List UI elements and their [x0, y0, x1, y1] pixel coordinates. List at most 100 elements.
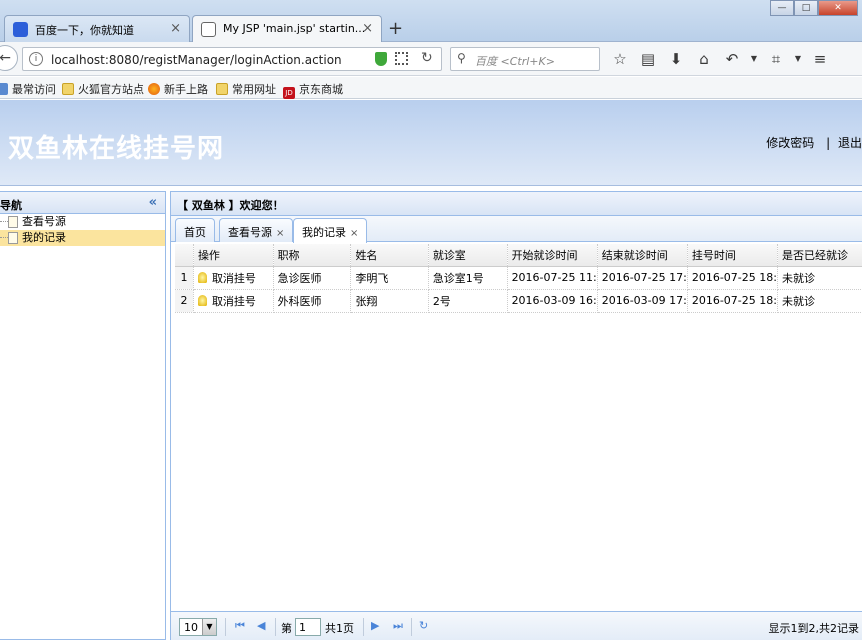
refresh-icon[interactable]: ↻ — [419, 619, 428, 632]
table-cell: 张翔 — [350, 289, 429, 313]
new-tab-button[interactable]: + — [388, 18, 403, 39]
table-cell: 李明飞 — [350, 266, 429, 290]
browser-navbar: ← i localhost:8080/registManager/loginAc… — [0, 42, 862, 76]
tab-view-sources[interactable]: 查看号源 × — [219, 218, 294, 242]
column-header[interactable]: 操作 — [193, 244, 274, 267]
collapse-icon[interactable]: « — [149, 195, 157, 210]
file-icon — [8, 232, 18, 244]
logout-link[interactable]: 退出 — [838, 136, 862, 150]
info-icon[interactable]: i — [29, 52, 43, 66]
column-header[interactable]: 是否已经就诊 — [777, 244, 862, 267]
column-header[interactable]: 就诊室 — [428, 244, 508, 267]
pagination-bar: 10 ▼ ⏮ ◀ 第 1 共1页 ▶ ⏭ ↻ 显示1到2,共2记录 — [171, 611, 862, 640]
browser-tab-baidu[interactable]: 百度一下，你就知道 × — [4, 15, 190, 42]
link-separator: | — [826, 136, 831, 150]
browser-tab-main[interactable]: My JSP 'main.jsp' startin... × — [192, 15, 382, 43]
prev-page-icon[interactable]: ◀ — [257, 619, 265, 632]
table-cell: 未就诊 — [777, 266, 862, 290]
close-icon[interactable]: × — [170, 21, 181, 36]
search-bar[interactable]: ⚲ 百度 <Ctrl+K> — [450, 47, 600, 71]
nav-panel-title: 导航 — [0, 199, 22, 212]
divider — [363, 618, 364, 636]
back-button[interactable]: ← — [0, 45, 18, 71]
column-header-rownum — [175, 244, 194, 267]
column-header[interactable]: 结束就诊时间 — [597, 244, 688, 267]
star-icon[interactable]: ☆ — [606, 48, 634, 70]
nav-item-label: 查看号源 — [22, 215, 66, 228]
app-header: 双鱼林在线挂号网 修改密码 | 退出 — [0, 100, 862, 186]
page-count-label: 共1页 — [325, 622, 354, 635]
pagination-info: 显示1到2,共2记录 — [768, 622, 860, 635]
close-icon[interactable]: × — [276, 228, 284, 239]
first-page-icon[interactable]: ⏮ — [235, 619, 245, 633]
bookmark-firefox-site[interactable]: 火狐官方站点 — [62, 81, 144, 97]
table-cell: 外科医师 — [273, 289, 352, 313]
table-row[interactable]: 1 取消挂号 急诊医师 李明飞 急诊室1号 2016-07-25 11: 201… — [175, 266, 862, 290]
jd-logo-icon: JD — [283, 87, 295, 99]
dropdown-arrow-icon[interactable]: ▼ — [746, 48, 762, 70]
nav-item-label: 我的记录 — [22, 231, 66, 244]
undo-icon[interactable]: ↶ — [718, 48, 746, 70]
last-page-icon[interactable]: ⏭ — [393, 619, 403, 633]
page-icon — [201, 22, 216, 37]
chevron-down-icon[interactable]: ▼ — [202, 619, 216, 635]
row-number: 2 — [175, 289, 194, 313]
qr-code-icon[interactable] — [395, 52, 408, 65]
close-icon[interactable]: × — [350, 228, 358, 239]
nav-item-view-sources[interactable]: 查看号源 — [0, 214, 165, 230]
folder-icon — [62, 83, 74, 95]
tab-home[interactable]: 首页 — [175, 218, 215, 242]
change-password-link[interactable]: 修改密码 — [766, 136, 814, 150]
bookmark-most-visited[interactable]: 最常访问 — [0, 81, 56, 97]
download-icon[interactable]: ⬇ — [662, 48, 690, 70]
bookmark-jd[interactable]: JD 京东商城 — [283, 81, 343, 99]
baidu-paw-icon — [13, 22, 28, 37]
minimize-button[interactable]: — — [770, 0, 794, 16]
next-page-icon[interactable]: ▶ — [371, 619, 379, 632]
maximize-button[interactable]: □ — [794, 0, 818, 16]
column-header[interactable]: 开始就诊时间 — [507, 244, 598, 267]
nav-panel-header: 导航 « — [0, 192, 165, 214]
cancel-registration-link[interactable]: 取消挂号 — [212, 295, 256, 308]
table-row[interactable]: 2 取消挂号 外科医师 张翔 2号 2016-03-09 16: 2016-03… — [175, 289, 862, 313]
close-icon[interactable]: × — [362, 21, 373, 36]
column-header[interactable]: 挂号时间 — [687, 244, 778, 267]
page-number-input[interactable]: 1 — [295, 618, 321, 636]
cancel-registration-cell: 取消挂号 — [193, 266, 274, 290]
bookmark-getting-started[interactable]: 新手上路 — [148, 81, 208, 97]
reading-list-icon[interactable]: ▤ — [634, 48, 662, 70]
row-number: 1 — [175, 266, 194, 290]
lightbulb-icon — [197, 294, 207, 306]
dropdown-arrow-icon[interactable]: ▼ — [790, 48, 806, 70]
reload-icon[interactable]: ↻ — [421, 50, 433, 66]
app-title: 双鱼林在线挂号网 — [8, 134, 225, 164]
table-cell: 2016-03-09 17: — [597, 289, 688, 313]
divider — [225, 618, 226, 636]
main-panel: 【 双鱼林 】欢迎您！ 首页 查看号源× 我的记录× 操作 职称 姓名 就诊 — [170, 191, 862, 640]
search-placeholder: 百度 <Ctrl+K> — [475, 55, 555, 68]
tab-my-records[interactable]: 我的记录 × — [293, 218, 368, 243]
menu-icon[interactable]: ≡ — [806, 48, 834, 70]
table-cell: 2016-07-25 11: — [507, 266, 598, 290]
column-header[interactable]: 职称 — [273, 244, 352, 267]
table-cell: 急诊室1号 — [428, 266, 508, 290]
table-cell: 2016-07-25 18: — [687, 289, 778, 313]
cancel-registration-link[interactable]: 取消挂号 — [212, 272, 256, 285]
column-header[interactable]: 姓名 — [350, 244, 429, 267]
page-size-select[interactable]: 10 ▼ — [179, 618, 217, 636]
nav-panel: 导航 « 查看号源 我的记录 — [0, 191, 166, 640]
welcome-message: 【 双鱼林 】欢迎您！ — [171, 192, 862, 216]
url-bar[interactable]: i localhost:8080/registManager/loginActi… — [22, 47, 442, 71]
home-icon[interactable]: ⌂ — [690, 48, 718, 70]
window-close-button[interactable]: ✕ — [818, 0, 858, 16]
table-cell: 急诊医师 — [273, 266, 352, 290]
table-cell: 2016-07-25 18: — [687, 266, 778, 290]
crop-icon[interactable]: ⌗ — [762, 48, 790, 70]
shield-icon[interactable] — [375, 52, 387, 66]
file-icon — [8, 216, 18, 228]
table-header-row: 操作 职称 姓名 就诊室 开始就诊时间 结束就诊时间 挂号时间 是否已经就诊 — [175, 244, 862, 267]
nav-item-my-records[interactable]: 我的记录 — [0, 230, 165, 246]
divider — [411, 618, 412, 636]
bookmark-common-sites[interactable]: 常用网址 — [216, 81, 276, 97]
lightbulb-icon — [197, 271, 207, 283]
